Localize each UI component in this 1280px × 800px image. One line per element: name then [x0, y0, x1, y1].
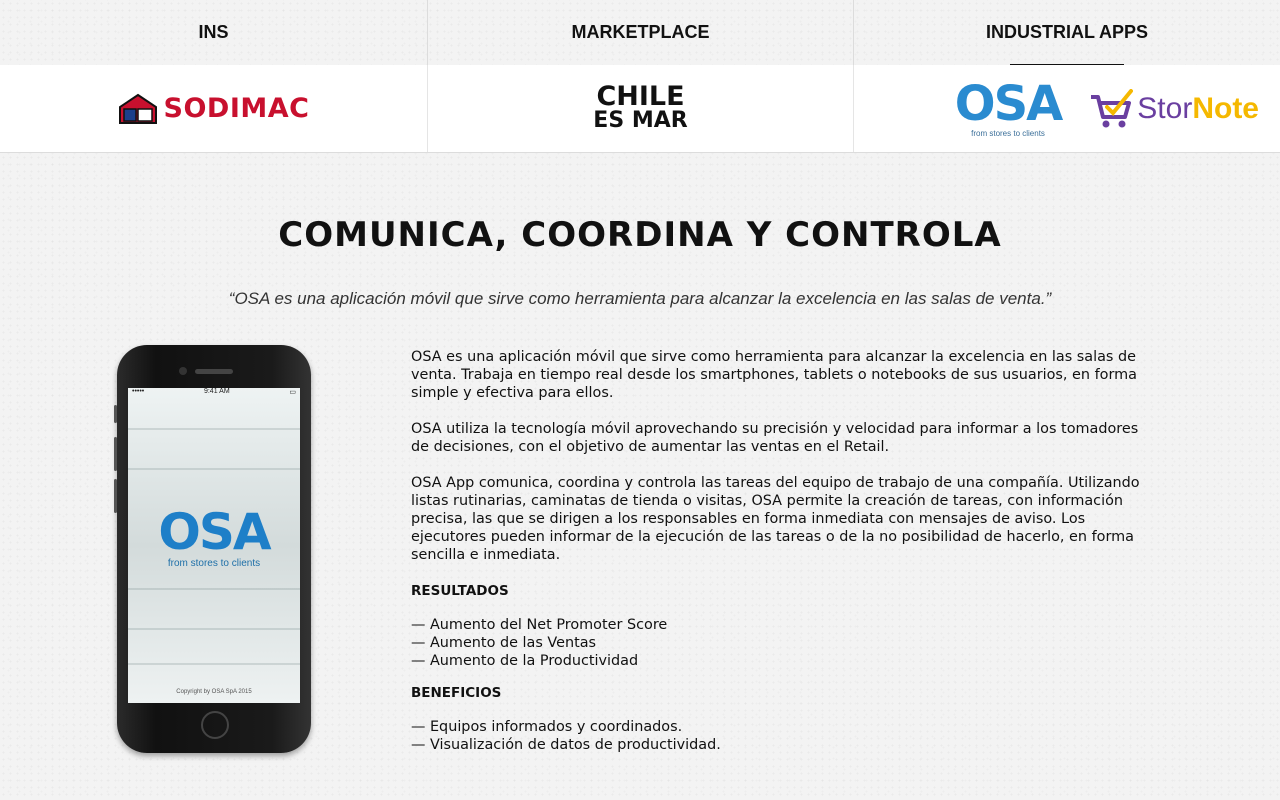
phone-mute-switch	[114, 405, 117, 423]
description-paragraph: OSA App comunica, coordina y controla la…	[411, 475, 1140, 563]
osa-logo[interactable]: OSA from stores to clients	[954, 75, 1064, 138]
sodimac-house-icon	[118, 93, 157, 124]
results-item: — Aumento del Net Promoter Score	[411, 617, 668, 633]
phone-copyright: Copyright by OSA SpA 2015	[176, 689, 252, 695]
results-list: — Aumento del Net Promoter Score — Aumen…	[411, 616, 1151, 670]
benefits-heading: BENEFICIOS	[411, 685, 502, 701]
sodimac-logo[interactable]: SODIMAC	[118, 93, 310, 125]
client-logos: SODIMAC CHILE ES MAR OSA from stores to …	[0, 65, 1280, 153]
stornote-wordmark: StorNote	[1137, 92, 1259, 126]
benefits-item: — Visualización de datos de productivida…	[411, 737, 721, 753]
tab-marketplace-label: MARKETPLACE	[571, 22, 710, 42]
phone-speaker	[195, 369, 233, 374]
osa-logo-wordmark: OSA	[954, 75, 1064, 132]
page-title: COMUNICA, COORDINA Y CONTROLA	[278, 215, 1002, 255]
store-shelf	[128, 588, 300, 590]
phone-screen: ••••• 9:41 AM ▭ OSA from stores to clien…	[128, 388, 300, 703]
store-shelf	[128, 428, 300, 430]
tab-ins-label: INS	[198, 22, 229, 42]
phone-camera	[179, 367, 187, 375]
tab-industrial-apps[interactable]: INDUSTRIAL APPS	[853, 0, 1280, 66]
stornote-logo[interactable]: StorNote	[1089, 88, 1259, 129]
stornote-wordmark-stor: Stor	[1137, 91, 1193, 125]
phone-app-tagline: from stores to clients	[167, 558, 261, 569]
store-shelf	[128, 628, 300, 630]
phone-signal: •••••	[132, 388, 145, 395]
sodimac-wordmark: SODIMAC	[163, 93, 310, 124]
phone-home-button	[201, 711, 229, 739]
phone-time: 9:41 AM	[203, 388, 230, 395]
category-tabs: INS MARKETPLACE INDUSTRIAL APPS	[0, 0, 1280, 66]
phone-volume-down	[114, 479, 117, 513]
phone-mockup: ••••• 9:41 AM ▭ OSA from stores to clien…	[114, 345, 311, 753]
chile-es-mar-logo[interactable]: CHILE ES MAR	[593, 83, 688, 133]
battery-icon: ▭	[289, 389, 296, 396]
stornote-wordmark-note: Note	[1192, 91, 1259, 125]
tab-marketplace[interactable]: MARKETPLACE	[427, 0, 853, 65]
phone-app-name: OSA	[158, 503, 271, 561]
cart-check-icon	[1091, 88, 1134, 127]
logo-cell-industrial-apps: OSA from stores to clients StorNote	[853, 65, 1279, 152]
logo-cell-sodimac: SODIMAC	[0, 65, 427, 152]
description-paragraph: OSA utiliza la tecnología móvil aprovech…	[411, 421, 1139, 455]
results-item: — Aumento de la Productividad	[411, 653, 639, 669]
chile-es-mar-line1: CHILE	[596, 80, 685, 112]
osa-logo-tagline: from stores to clients	[971, 128, 1045, 138]
chile-es-mar-line2: ES MAR	[593, 107, 688, 133]
benefits-list: — Equipos informados y coordinados. — Vi…	[411, 718, 1151, 754]
results-item: — Aumento de las Ventas	[411, 635, 597, 651]
description-paragraph: OSA es una aplicación móvil que sirve co…	[411, 349, 1137, 401]
phone-app-logo: OSA from stores to clients	[128, 506, 300, 569]
intro-quote: “OSA es una aplicación móvil que sirve c…	[228, 289, 1052, 308]
phone-volume-up	[114, 437, 117, 471]
tab-ins[interactable]: INS	[0, 0, 427, 65]
description-content: OSA es una aplicación móvil que sirve co…	[411, 348, 1151, 768]
tab-industrial-apps-label: INDUSTRIAL APPS	[985, 22, 1149, 42]
benefits-item: — Equipos informados y coordinados.	[411, 719, 683, 735]
results-heading: RESULTADOS	[411, 583, 509, 599]
store-shelf	[128, 468, 300, 470]
phone-status-bar: ••••• 9:41 AM ▭	[128, 388, 300, 400]
store-shelf	[128, 663, 300, 665]
logo-cell-chile-es-mar: CHILE ES MAR	[427, 65, 853, 152]
